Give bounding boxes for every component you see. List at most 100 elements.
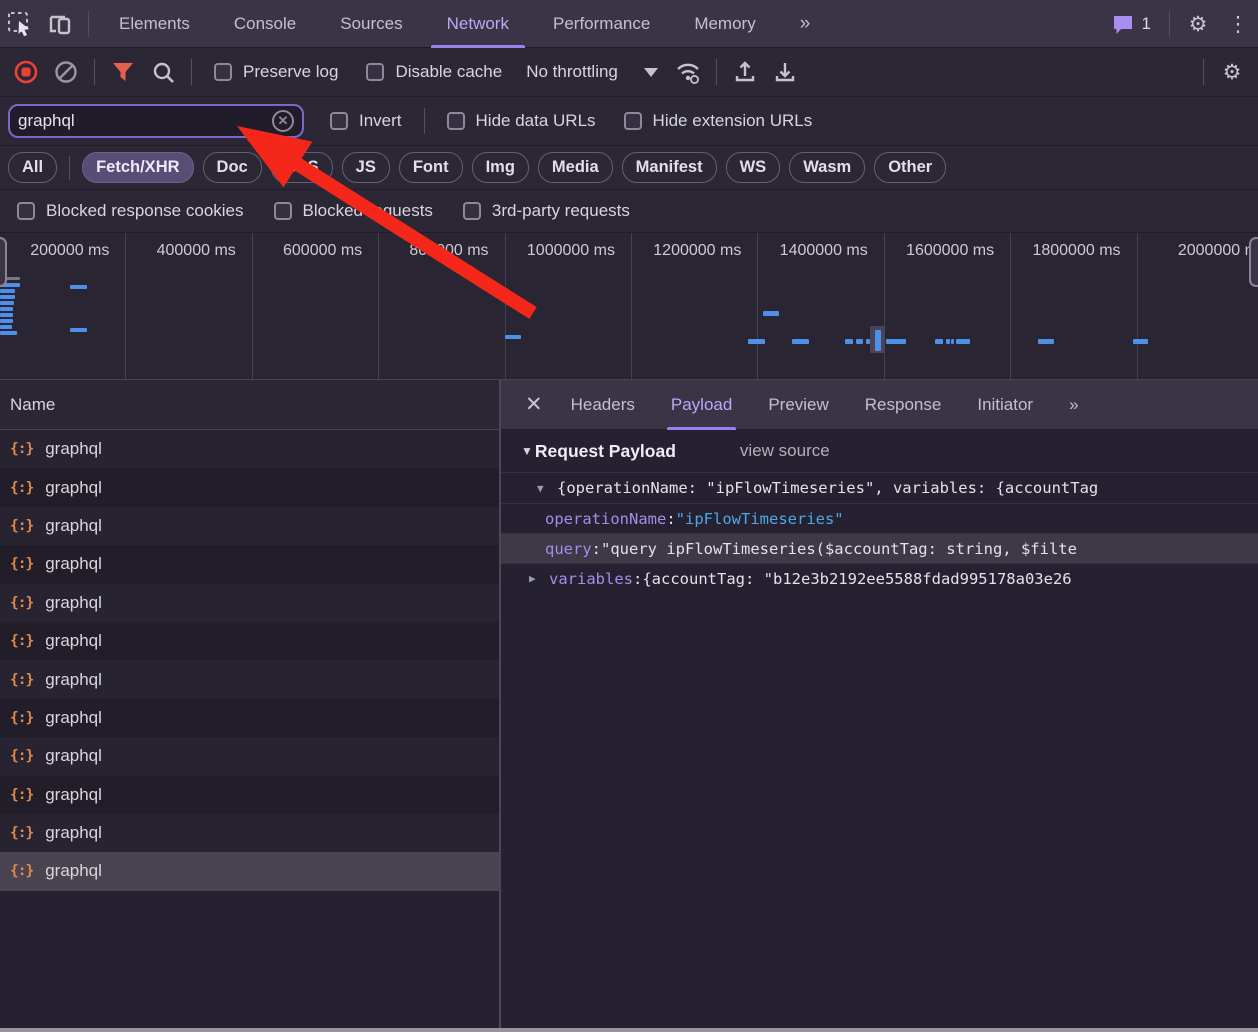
request-row[interactable]: {:}graphql: [0, 699, 499, 737]
details-tab-preview[interactable]: Preview: [750, 380, 846, 430]
triangle-right-icon[interactable]: ▶: [529, 572, 549, 585]
details-more-tabs-chevron-icon[interactable]: »: [1051, 380, 1094, 430]
request-row[interactable]: {:}graphql: [0, 430, 499, 468]
chip-other[interactable]: Other: [874, 152, 946, 183]
filter-funnel-icon[interactable]: [103, 52, 143, 92]
import-har-icon[interactable]: [725, 52, 765, 92]
timeline-tick-label: 400000 ms: [126, 233, 252, 380]
chip-img[interactable]: Img: [472, 152, 529, 183]
chip-js[interactable]: JS: [342, 152, 390, 183]
chip-manifest[interactable]: Manifest: [622, 152, 717, 183]
triangle-down-icon[interactable]: ▼: [537, 482, 557, 495]
checkbox[interactable]: [274, 202, 292, 220]
request-name: graphql: [45, 861, 102, 881]
export-har-icon[interactable]: [765, 52, 805, 92]
hide-data-urls-checkbox[interactable]: Hide data URLs: [447, 111, 596, 131]
disable-cache-label: Disable cache: [395, 62, 502, 82]
details-tab-response[interactable]: Response: [847, 380, 960, 430]
chip-doc[interactable]: Doc: [203, 152, 262, 183]
request-row[interactable]: {:}graphql: [0, 468, 499, 506]
issues-count: 1: [1142, 14, 1151, 34]
checkbox[interactable]: [17, 202, 35, 220]
clear-filter-icon[interactable]: ✕: [272, 110, 294, 132]
checkbox[interactable]: [463, 202, 481, 220]
kebab-menu-icon[interactable]: ⋮: [1218, 4, 1258, 44]
details-tab-payload[interactable]: Payload: [653, 380, 750, 430]
overview-handle-left[interactable]: [0, 237, 7, 287]
payload-entry-operationName[interactable]: operationName: "ipFlowTimeseries": [501, 503, 1258, 533]
chip-ws[interactable]: WS: [726, 152, 781, 183]
json-braces-icon: {:}: [10, 518, 33, 534]
checkbox[interactable]: [366, 63, 384, 81]
disable-cache-checkbox[interactable]: Disable cache: [366, 62, 502, 82]
invert-checkbox[interactable]: Invert: [330, 111, 402, 131]
chip-css[interactable]: CSS: [271, 152, 333, 183]
details-tab-headers[interactable]: Headers: [553, 380, 653, 430]
waterfall-bar: [886, 339, 906, 344]
hide-extension-urls-checkbox[interactable]: Hide extension URLs: [624, 111, 813, 131]
request-row[interactable]: {:}graphql: [0, 737, 499, 775]
checkbox[interactable]: [330, 112, 348, 130]
3rd-party-requests-checkbox[interactable]: 3rd-party requests: [463, 201, 630, 221]
request-row[interactable]: {:}graphql: [0, 776, 499, 814]
view-source-link[interactable]: view source: [740, 441, 830, 461]
issues-button[interactable]: 1: [1101, 12, 1161, 36]
request-row[interactable]: {:}graphql: [0, 814, 499, 852]
waterfall-bar: [0, 295, 15, 299]
timeline-tick-label: 200000 ms: [0, 233, 126, 380]
payload-section-header[interactable]: ▼ Request Payload view source: [501, 430, 1258, 472]
clear-network-log-icon[interactable]: [46, 52, 86, 92]
checkbox[interactable]: [447, 112, 465, 130]
checkbox[interactable]: [214, 63, 232, 81]
request-row[interactable]: {:}graphql: [0, 584, 499, 622]
tab-memory[interactable]: Memory: [672, 0, 777, 48]
chip-font[interactable]: Font: [399, 152, 463, 183]
payload-entry-variables[interactable]: ▶variables: {accountTag: "b12e3b2192ee55…: [501, 563, 1258, 593]
blocked-requests-checkbox[interactable]: Blocked requests: [274, 201, 433, 221]
payload-entry-query[interactable]: query: "query ipFlowTimeseries($accountT…: [501, 533, 1258, 563]
request-row[interactable]: {:}graphql: [0, 507, 499, 545]
name-column-header[interactable]: Name: [0, 380, 499, 430]
search-icon[interactable]: [143, 52, 183, 92]
request-row[interactable]: {:} graphql: [0, 852, 499, 890]
throttling-dropdown[interactable]: No throttling: [526, 62, 658, 82]
tab-sources[interactable]: Sources: [318, 0, 424, 48]
device-toolbar-icon[interactable]: [40, 4, 80, 44]
payload-root-row[interactable]: ▼ {operationName: "ipFlowTimeseries", va…: [501, 472, 1258, 503]
checkbox[interactable]: [624, 112, 642, 130]
tab-console[interactable]: Console: [212, 0, 318, 48]
chip-media[interactable]: Media: [538, 152, 613, 183]
timeline-columns: 200000 ms400000 ms600000 ms800000 ms1000…: [0, 233, 1258, 380]
request-row[interactable]: {:}graphql: [0, 660, 499, 698]
json-key: variables: [549, 570, 633, 588]
overview-handle-right[interactable]: [1249, 237, 1258, 287]
network-conditions-icon[interactable]: [668, 52, 708, 92]
json-colon: :: [592, 540, 601, 558]
json-braces-icon: {:}: [10, 863, 33, 879]
tab-network[interactable]: Network: [425, 0, 531, 48]
waterfall-bar: [0, 319, 13, 323]
details-tab-initiator[interactable]: Initiator: [959, 380, 1051, 430]
request-row[interactable]: {:}graphql: [0, 622, 499, 660]
network-settings-gear-icon[interactable]: ⚙: [1212, 52, 1252, 92]
tab-elements[interactable]: Elements: [97, 0, 212, 48]
chip-wasm[interactable]: Wasm: [789, 152, 865, 183]
request-name: graphql: [45, 439, 102, 459]
json-braces-icon: {:}: [10, 480, 33, 496]
record-network-log-button[interactable]: [6, 52, 46, 92]
request-row[interactable]: {:}graphql: [0, 545, 499, 583]
inspect-element-icon[interactable]: [0, 4, 40, 44]
chip-all[interactable]: All: [8, 152, 57, 183]
blocked-response-cookies-checkbox[interactable]: Blocked response cookies: [17, 201, 244, 221]
checkbox-label: Blocked requests: [303, 201, 433, 221]
preserve-log-checkbox[interactable]: Preserve log: [214, 62, 338, 82]
overview-timeline[interactable]: 200000 ms400000 ms600000 ms800000 ms1000…: [0, 233, 1258, 380]
close-details-icon[interactable]: ✕: [515, 392, 553, 417]
settings-gear-icon[interactable]: ⚙: [1178, 4, 1218, 44]
more-tabs-chevron-icon[interactable]: »: [778, 13, 831, 35]
filter-input-box[interactable]: ✕: [8, 104, 304, 138]
tab-performance[interactable]: Performance: [531, 0, 672, 48]
chip-fetch-xhr[interactable]: Fetch/XHR: [82, 152, 193, 183]
window-bottom-edge: [0, 1028, 1258, 1032]
filter-input[interactable]: [18, 111, 272, 131]
